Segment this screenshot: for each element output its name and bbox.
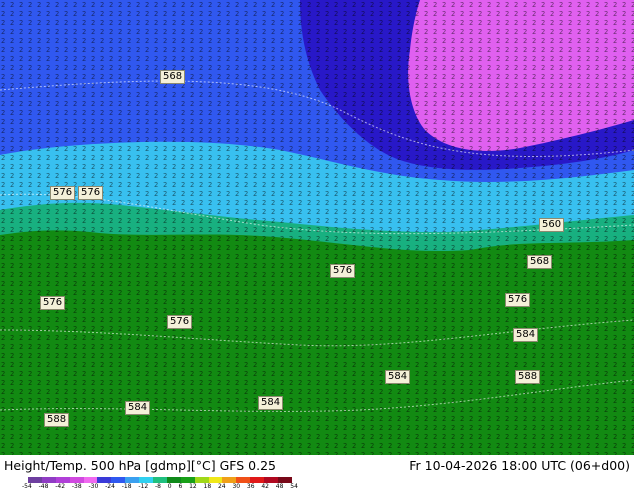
contour-label-576-a: 576 [50, 186, 76, 200]
contour-label-576-b: 576 [78, 186, 104, 200]
colorbar-tick-label: -12 [138, 483, 149, 490]
colorbar-tick-label: -38 [71, 483, 82, 490]
model-name: GFS 0.25 [219, 458, 277, 473]
weather-map-frame: 2 568 576 576 560 568 576 576 576 576 58… [0, 0, 634, 490]
colorbar-tick-label: 0 [167, 483, 172, 490]
contour-label-588-a: 588 [515, 370, 541, 384]
contour-label-560: 560 [539, 218, 565, 232]
colorbar-ticks: -54 -48 -42 -38 -30 -24 -18 -12 -8 0 6 12 18 24 30 36 42… [22, 484, 298, 490]
colorbar-tick-label: -42 [55, 483, 66, 490]
contour-label-568-b: 568 [527, 255, 553, 269]
map-title-text: Height/Temp. 500 hPa [gdmp][°C] [4, 458, 216, 473]
colorbar-tick-label: -18 [121, 483, 132, 490]
map-title: Height/Temp. 500 hPa [gdmp][°C] GFS 0.25 [4, 458, 276, 473]
colorbar-tick-label: 54 [290, 483, 298, 490]
colorbar-tick-label: 12 [189, 483, 197, 490]
colorbar-tick-label: 30 [232, 483, 241, 490]
contour-label-588-b: 588 [44, 413, 70, 427]
valid-time: Fr 10-04-2026 18:00 UTC (06+d00) [409, 458, 630, 473]
contour-label-584-a: 584 [513, 328, 539, 342]
contour-label-576-d: 576 [40, 296, 66, 310]
colorbar-tick-label: -54 [22, 483, 32, 490]
contour-label-584-c: 584 [258, 396, 284, 410]
colorbar-tick-label: -30 [88, 483, 99, 490]
colorbar-tick-label: 6 [178, 483, 183, 490]
colorbar-tick-label: 18 [203, 483, 212, 490]
colorbar-tick-label: -8 [155, 483, 161, 490]
contour-label-584-b: 584 [385, 370, 411, 384]
contour-label-568-a: 568 [160, 70, 186, 84]
contour-label-584-d: 584 [125, 401, 151, 415]
contour-label-576-c: 576 [330, 264, 356, 278]
contour-label-576-f: 576 [167, 315, 193, 329]
colorbar-tick-label: -48 [38, 483, 49, 490]
colorbar-tick-label: 36 [246, 483, 255, 490]
contour-label-576-e: 576 [505, 293, 531, 307]
map-footer: Height/Temp. 500 hPa [gdmp][°C] GFS 0.25… [0, 455, 634, 490]
colorbar-tick-label: 24 [217, 483, 226, 490]
colorbar-tick-label: 48 [275, 483, 284, 490]
colorbar-tick-label: 42 [261, 483, 269, 490]
colorbar-tick-label: -24 [105, 483, 115, 490]
